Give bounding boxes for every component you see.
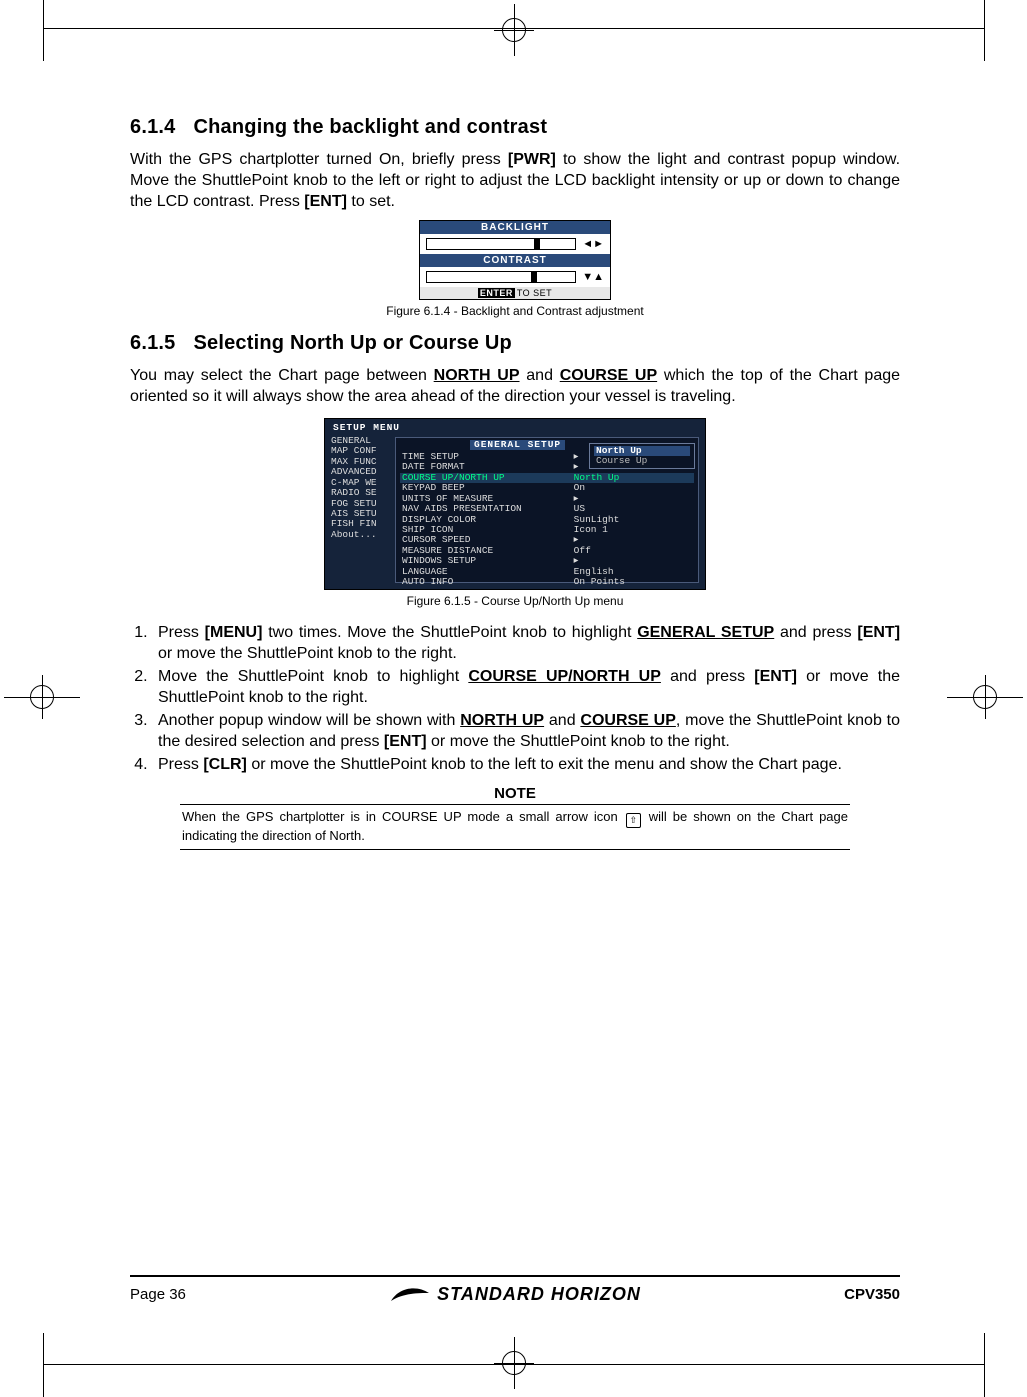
general-setup-row: CURSOR SPEED ▸ [400,535,694,545]
popup-footer: ENTERTO SET [420,287,610,299]
row-value: North Up [574,473,692,483]
general-setup-row: UNITS OF MEASURE ▸ [400,494,694,504]
page-number: Page 36 [130,1286,186,1303]
row-label: COURSE UP/NORTH UP [402,473,568,483]
body-6-1-4: With the GPS chartplotter turned On, bri… [130,149,900,212]
step-1: Press [MENU] two times. Move the Shuttle… [152,622,900,664]
general-setup-title: GENERAL SETUP [470,440,565,450]
general-setup-row: AUTO INFO On Points [400,577,694,587]
up-down-arrows-icon: ▼▲ [582,271,604,283]
row-label: TIME SETUP [402,452,568,462]
row-label: DATE FORMAT [402,462,568,472]
step-2: Move the ShuttlePoint knob to highlight … [152,666,900,708]
row-label: NAV AIDS PRESENTATION [402,504,568,514]
figure-6-1-4: BACKLIGHT ◄► CONTRAST ▼▲ ENTERTO SET [419,220,611,300]
enter-to-set: TO SET [517,288,552,298]
heading-title: Selecting North Up or Course Up [193,332,511,354]
row-label: UNITS OF MEASURE [402,494,568,504]
heading-6-1-4: 6.1.4 Changing the backlight and contrast [130,116,900,139]
model-number: CPV350 [844,1286,900,1303]
row-value: ▸ [574,535,692,545]
note-body: When the GPS chartplotter is in COURSE U… [180,804,850,849]
note-body-pre: When the GPS chartplotter is in COURSE U… [182,809,624,824]
steps-list: Press [MENU] two times. Move the Shuttle… [152,622,900,776]
brand-logo: STANDARD HORIZON [186,1283,844,1305]
popup-option: Course Up [594,456,690,466]
note-title: NOTE [180,785,850,802]
heading-6-1-5: 6.1.5 Selecting North Up or Course Up [130,332,900,355]
figure-6-1-4-caption: Figure 6.1.4 - Backlight and Contrast ad… [130,304,900,318]
row-label: LANGUAGE [402,567,568,577]
row-label: CURSOR WINDOW [402,588,568,590]
figure-6-1-5-caption: Figure 6.1.5 - Course Up/North Up menu [130,594,900,608]
general-setup-row: KEYPAD BEEP On [400,483,694,493]
step-3: Another popup window will be shown with … [152,710,900,752]
backlight-slider [426,238,576,250]
note-block: NOTE When the GPS chartplotter is in COU… [180,785,850,849]
north-arrow-icon: ⇧ [626,813,641,828]
row-label: KEYPAD BEEP [402,483,568,493]
row-value: On [574,483,692,493]
general-setup-row: WINDOWS SETUP▸ [400,556,694,566]
general-setup-row: COURSE UP/NORTH UP North Up [400,473,694,483]
row-value: ▸ [574,494,692,504]
general-setup-row: SHIP ICON Icon 1 [400,525,694,535]
swoosh-icon [389,1283,431,1305]
row-value: Off [574,546,692,556]
row-label: AUTO INFO [402,577,568,587]
row-label: SHIP ICON [402,525,568,535]
row-value: On Points [574,577,692,587]
row-label: MEASURE DISTANCE [402,546,568,556]
heading-number: 6.1.4 [130,116,175,138]
row-label: CURSOR SPEED [402,535,568,545]
row-label: WINDOWS SETUP [402,556,568,566]
general-setup-row: NAV AIDS PRESENTATIONUS [400,504,694,514]
intro-6-1-5: You may select the Chart page between NO… [130,365,900,407]
row-value: On [574,588,692,590]
heading-number: 6.1.5 [130,332,175,354]
heading-title: Changing the backlight and contrast [193,116,547,138]
figure-6-1-5: SETUP MENU GENERAL MAP CONFMAX FUNCADVAN… [324,418,706,590]
enter-key-label: ENTER [478,288,515,298]
general-setup-row: LANGUAGEEnglish [400,567,694,577]
row-value: Icon 1 [574,525,692,535]
left-right-arrows-icon: ◄► [582,238,604,250]
north-course-popup: North UpCourse Up [589,443,695,470]
row-label: DISPLAY COLOR [402,515,568,525]
backlight-header: BACKLIGHT [420,221,610,234]
general-setup-row: DISPLAY COLORSunLight [400,515,694,525]
brand-text: STANDARD HORIZON [437,1284,641,1305]
page-footer: Page 36 STANDARD HORIZON CPV350 [130,1275,900,1305]
general-setup-row: MEASURE DISTANCE Off [400,546,694,556]
setup-menu-title: SETUP MENU [331,423,402,433]
general-setup-row: CURSOR WINDOW On [400,588,694,590]
contrast-header: CONTRAST [420,254,610,267]
contrast-slider [426,271,576,283]
step-4: Press [CLR] or move the ShuttlePoint kno… [152,754,900,775]
